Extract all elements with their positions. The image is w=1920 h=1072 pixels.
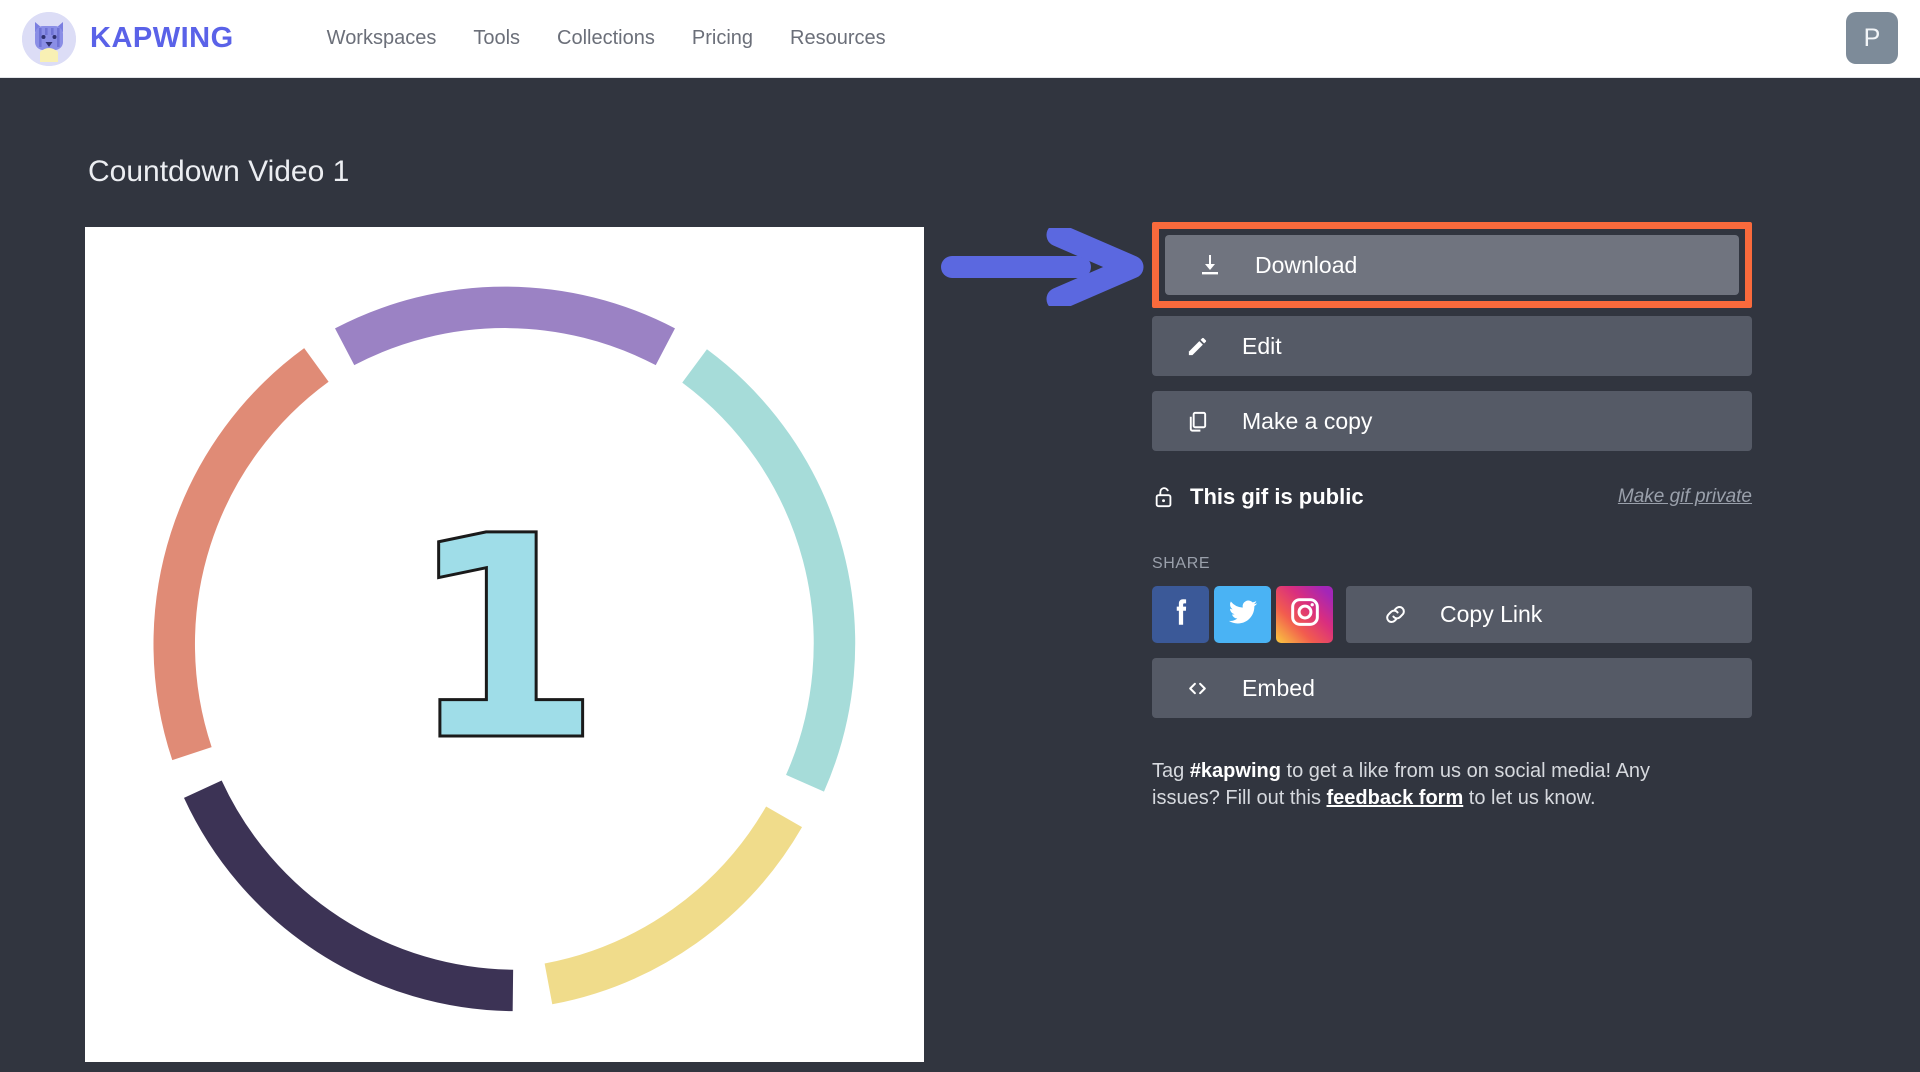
chain-link-icon xyxy=(1382,602,1408,628)
download-button[interactable]: Download xyxy=(1165,235,1739,295)
twitter-share-button[interactable] xyxy=(1214,586,1271,643)
feedback-form-link[interactable]: feedback form xyxy=(1327,787,1464,809)
nav-link-workspaces[interactable]: Workspaces xyxy=(327,27,437,50)
make-gif-private-link[interactable]: Make gif private xyxy=(1618,486,1752,508)
copy-link-button[interactable]: Copy Link xyxy=(1346,586,1752,643)
copy-link-label: Copy Link xyxy=(1440,601,1542,628)
pencil-icon xyxy=(1184,333,1210,359)
unlocked-padlock-icon xyxy=(1152,484,1176,510)
avatar[interactable]: P xyxy=(1846,12,1898,64)
nav-link-collections[interactable]: Collections xyxy=(557,27,655,50)
visibility-row: This gif is public Make gif private xyxy=(1152,480,1752,514)
instagram-icon xyxy=(1288,595,1322,634)
countdown-ring: 1 xyxy=(110,250,900,1040)
edit-button[interactable]: Edit xyxy=(1152,316,1752,376)
share-row: Copy Link xyxy=(1152,586,1752,643)
download-highlight-box: Download xyxy=(1152,222,1752,308)
copy-icon xyxy=(1184,408,1210,434)
brand-name: KAPWING xyxy=(90,22,234,55)
nav-link-pricing[interactable]: Pricing xyxy=(692,27,753,50)
facebook-share-button[interactable] xyxy=(1152,586,1209,643)
embed-button-label: Embed xyxy=(1242,675,1315,702)
edit-button-label: Edit xyxy=(1242,333,1282,360)
kapwing-cat-logo-icon xyxy=(22,12,76,66)
facebook-icon xyxy=(1164,595,1198,634)
action-panel: Download Edit Make a copy xyxy=(1152,222,1752,812)
make-a-copy-button-label: Make a copy xyxy=(1242,408,1372,435)
footnote-part3: to let us know. xyxy=(1463,787,1595,809)
gif-preview-canvas[interactable]: 1 xyxy=(85,227,924,1062)
footnote-part1: Tag xyxy=(1152,760,1190,782)
download-icon xyxy=(1197,252,1223,278)
instagram-share-button[interactable] xyxy=(1276,586,1333,643)
make-a-copy-button[interactable]: Make a copy xyxy=(1152,391,1752,451)
nav-link-tools[interactable]: Tools xyxy=(473,27,520,50)
twitter-icon xyxy=(1226,595,1260,634)
nav-links: Workspaces Tools Collections Pricing Res… xyxy=(327,27,886,50)
embed-button[interactable]: Embed xyxy=(1152,658,1752,718)
top-navbar: KAPWING Workspaces Tools Collections Pri… xyxy=(0,0,1920,78)
countdown-number: 1 xyxy=(110,250,900,1040)
annotation-arrow-icon xyxy=(940,228,1145,306)
footnote-text: Tag #kapwing to get a like from us on so… xyxy=(1152,758,1722,812)
nav-link-resources[interactable]: Resources xyxy=(790,27,886,50)
download-button-label: Download xyxy=(1255,252,1357,279)
share-section-label: SHARE xyxy=(1152,555,1752,573)
brand-logo[interactable]: KAPWING xyxy=(22,12,234,66)
code-brackets-icon xyxy=(1184,675,1210,701)
footnote-hashtag: #kapwing xyxy=(1190,760,1281,782)
page-title: Countdown Video 1 xyxy=(88,155,349,189)
visibility-status: This gif is public xyxy=(1190,484,1364,510)
